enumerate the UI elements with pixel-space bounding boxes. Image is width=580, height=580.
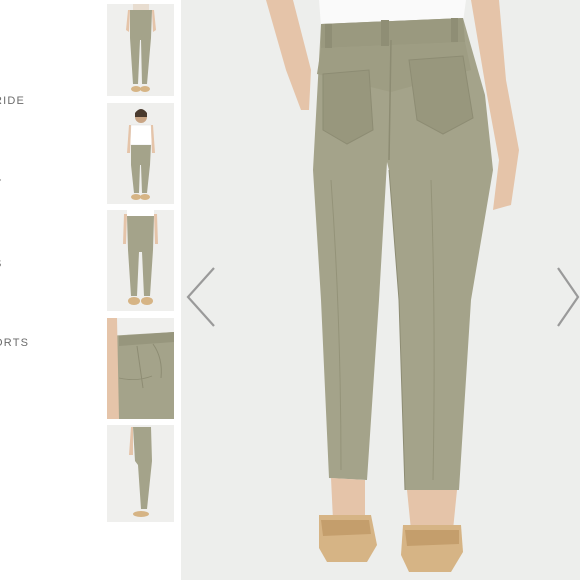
thumbnail-image xyxy=(107,318,174,419)
prev-image-button[interactable] xyxy=(182,262,222,332)
next-image-button[interactable] xyxy=(548,262,580,332)
chevron-left-icon xyxy=(186,267,215,327)
thumbnail-image xyxy=(107,103,174,204)
thumbnail-side-view[interactable] xyxy=(107,425,174,522)
thumbnail-back-view[interactable] xyxy=(107,4,174,96)
nav-item-4[interactable]: ORTS xyxy=(0,337,29,349)
thumbnail-image xyxy=(107,425,174,522)
chevron-right-icon xyxy=(557,267,580,327)
thumbnail-strip xyxy=(107,0,175,580)
thumbnail-image xyxy=(107,4,174,96)
thumbnail-image xyxy=(107,210,174,311)
nav-item-3[interactable]: S xyxy=(0,258,3,270)
thumbnail-front-view[interactable] xyxy=(107,103,174,204)
nav-item-1[interactable]: RIDE xyxy=(0,95,25,107)
main-product-image xyxy=(181,0,580,580)
category-nav: RIDE Y S ORTS xyxy=(0,0,100,580)
product-photo-back-view xyxy=(181,0,580,580)
nav-item-2[interactable]: Y xyxy=(0,178,3,190)
thumbnail-closeup[interactable] xyxy=(107,318,174,419)
thumbnail-front-detail[interactable] xyxy=(107,210,174,311)
